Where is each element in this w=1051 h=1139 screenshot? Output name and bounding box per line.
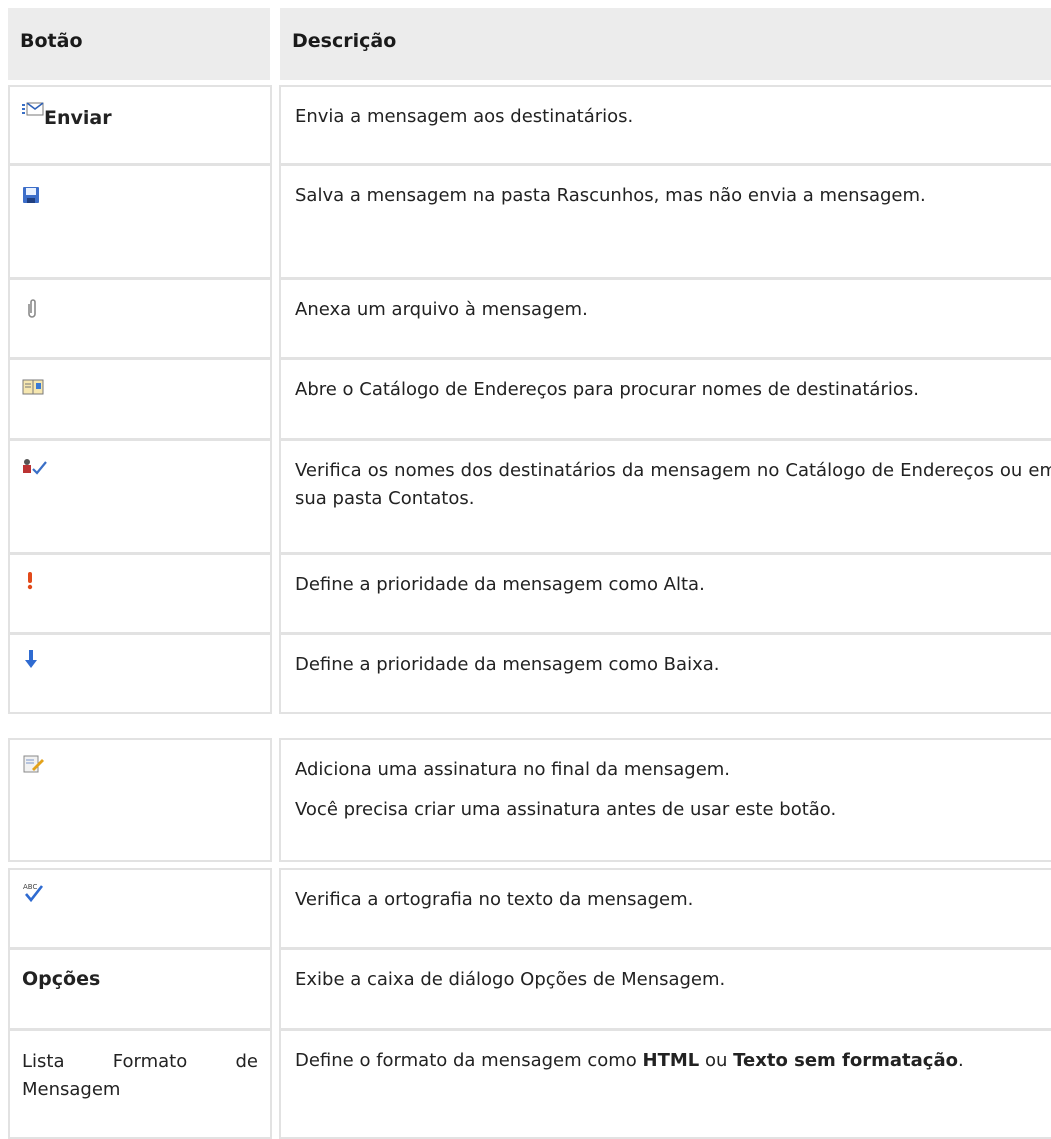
table-row-desc-cell: Define o formato da mensagem como HTML o… — [279, 1029, 1051, 1139]
signature-icon[interactable] — [22, 754, 44, 774]
row-description: Abre o Catálogo de Endereços para procur… — [295, 379, 919, 400]
high-priority-icon[interactable] — [26, 571, 34, 591]
header-button-label: Botão — [20, 30, 83, 52]
row-description: Salva a mensagem na pasta Rascunhos, mas… — [295, 185, 926, 206]
address-book-icon[interactable] — [22, 378, 44, 396]
header-description: Descrição — [280, 8, 1051, 80]
check-names-icon[interactable] — [22, 457, 48, 477]
send-button[interactable]: Enviar — [22, 99, 112, 129]
paperclip-icon[interactable] — [26, 298, 38, 320]
save-floppy-icon[interactable] — [22, 186, 40, 204]
send-button-label: Enviar — [44, 107, 112, 129]
table-row-desc-cell: Salva a mensagem na pasta Rascunhos, mas… — [279, 164, 1051, 279]
table-row-button-cell — [8, 633, 272, 714]
table-row-button-cell — [8, 553, 272, 634]
table-row-button-cell: Lista Formato de Mensagem — [8, 1029, 272, 1139]
header-description-label: Descrição — [292, 30, 397, 52]
spell-check-icon[interactable]: ABC — [22, 880, 44, 904]
table-row-desc-cell: Abre o Catálogo de Endereços para procur… — [279, 358, 1051, 440]
header-button: Botão — [8, 8, 270, 80]
table-row-button-cell — [8, 358, 272, 440]
table-row-button-cell: Opções — [8, 948, 272, 1030]
row-description: Exibe a caixa de diálogo Opções de Mensa… — [295, 969, 726, 990]
row-description: Anexa um arquivo à mensagem. — [295, 299, 588, 320]
row-description: Define a prioridade da mensagem como Alt… — [295, 574, 705, 595]
desc-prefix: Define o formato da mensagem como — [295, 1050, 643, 1071]
row-description: Define o formato da mensagem como HTML o… — [295, 1047, 1051, 1075]
row-description: Verifica a ortografia no texto da mensag… — [295, 889, 694, 910]
table-row-button-cell: ABC — [8, 868, 272, 949]
table-row-button-cell — [8, 439, 272, 554]
table-row-desc-cell: Adiciona uma assinatura no final da mens… — [279, 738, 1051, 862]
desc-mid: ou — [699, 1050, 734, 1071]
options-button[interactable]: Opções — [22, 968, 100, 990]
table-row-desc-cell: Verifica a ortografia no texto da mensag… — [279, 868, 1051, 949]
table-row-desc-cell: Exibe a caixa de diálogo Opções de Mensa… — [279, 948, 1051, 1030]
desc-bold-html: HTML — [642, 1050, 700, 1071]
table-row-desc-cell: Define a prioridade da mensagem como Bai… — [279, 633, 1051, 714]
table-row-button-cell — [8, 738, 272, 862]
table-row-button-cell: Enviar — [8, 85, 272, 165]
table-row-desc-cell: Verifica os nomes dos destinatários da m… — [279, 439, 1051, 554]
row-description: Envia a mensagem aos destinatários. — [295, 106, 634, 127]
table-row-desc-cell: Anexa um arquivo à mensagem. — [279, 278, 1051, 359]
row-description: Verifica os nomes dos destinatários da m… — [295, 460, 1051, 509]
table-row-button-cell — [8, 164, 272, 279]
low-priority-icon[interactable] — [24, 649, 38, 669]
svg-text:ABC: ABC — [23, 883, 37, 891]
row-description-line: Você precisa criar uma assinatura antes … — [295, 799, 837, 820]
message-format-list[interactable]: Lista Formato de Mensagem — [22, 1048, 258, 1104]
desc-bold-plain: Texto sem formatação — [733, 1050, 958, 1071]
table-row-desc-cell: Define a prioridade da mensagem como Alt… — [279, 553, 1051, 634]
send-envelope-icon — [22, 102, 44, 116]
table-row-button-cell — [8, 278, 272, 359]
row-description: Adiciona uma assinatura no final da mens… — [295, 756, 1051, 836]
row-description-line: Adiciona uma assinatura no final da mens… — [295, 759, 731, 780]
row-description: Define a prioridade da mensagem como Bai… — [295, 654, 720, 675]
desc-suffix: . — [957, 1050, 964, 1071]
table-row-desc-cell: Envia a mensagem aos destinatários. — [279, 85, 1051, 165]
